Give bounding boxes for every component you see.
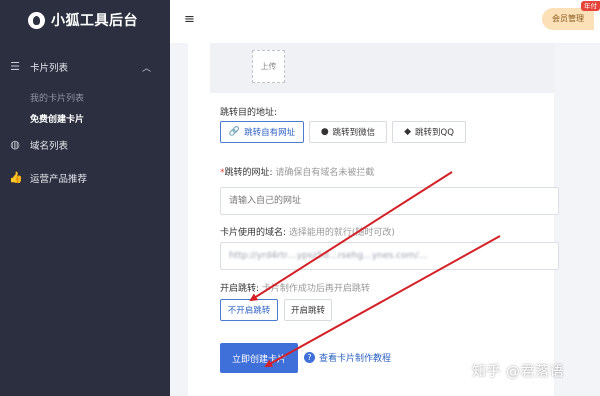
sidebar: 小狐工具后台 ☰ 卡片列表 ︿ 我的卡片列表 免费创建卡片 ◍ 域名列表 👍 运… [0,0,170,396]
main-content: 上传 跳转目的地址: 🔗 跳转自有网址 ● 跳转到微信 ◆ 跳转到QQ *跳转的… [170,43,600,396]
domain-hint: 选择能用的就行(随时可改) [288,228,395,238]
qq-icon: ◆ [404,127,412,137]
domain-select[interactable]: http://yrd4rtr…ypsz5d…rsehg…ynes.com/… [220,242,559,270]
upload-area: 上传 [210,43,555,93]
list-icon: ☰ [10,60,20,73]
option-label: 跳转自有网址 [244,128,296,138]
app-title: 小狐工具后台 [51,13,138,29]
sidebar-item-card-list[interactable]: ☰ 卡片列表 ︿ [0,58,170,76]
sidebar-item-recommendations[interactable]: 👍 运营产品推荐 [0,169,170,187]
sidebar-subitem-create-card[interactable]: 免费创建卡片 [30,112,84,125]
url-hint: 请确保自有域名未被拦截 [275,168,375,178]
sidebar-item-domain-list[interactable]: ◍ 域名列表 [0,136,170,154]
chevron-up-icon: ︿ [142,63,152,74]
globe-icon: ◍ [10,138,20,151]
member-management-button[interactable]: 会员管理 [542,8,594,30]
option-label: 跳转到QQ [415,128,454,138]
sidebar-item-label: 卡片列表 [30,63,69,74]
tutorial-link-label: 查看卡片制作教程 [319,354,392,364]
upload-button[interactable]: 上传 [252,50,285,83]
domain-label-text: 卡片使用的域名: [220,228,287,238]
domain-label: 卡片使用的域名: 选择能用的就行(随时可改) [220,225,395,238]
create-card-form: 上传 跳转目的地址: 🔗 跳转自有网址 ● 跳转到微信 ◆ 跳转到QQ *跳转的… [188,43,559,396]
option-label: 跳转到微信 [332,128,376,138]
sidebar-subitem-my-cards[interactable]: 我的卡片列表 [30,91,84,104]
sidebar-item-label: 运营产品推荐 [30,174,88,185]
redirect-on-option[interactable]: 开启跳转 [284,299,332,321]
domain-value: http://yrd4rtr…ypsz5d…rsehg…ynes.com/… [229,251,428,261]
redirect-label: 开启跳转: 卡片制作成功后再开启跳转 [220,281,370,294]
redirect-off-option[interactable]: 不开启跳转 [220,299,278,321]
fox-logo-icon [28,11,45,29]
thumbs-up-icon: 👍 [9,171,23,184]
menu-toggle-icon[interactable]: ≡ [184,12,195,27]
link-icon: 🔗 [228,127,241,137]
target-wechat-option[interactable]: ● 跳转到微信 [309,121,387,143]
watermark: 知乎 @君落语 [472,364,564,380]
app-logo[interactable]: 小狐工具后台 [28,10,138,30]
create-card-button[interactable]: 立即创建卡片 [220,343,298,373]
target-label: 跳转目的地址: [220,108,278,118]
url-label-text: 跳转的网址: [224,168,273,178]
topbar: ≡ 会员管理 年付 [170,0,600,43]
wechat-icon: ● [320,127,329,137]
tutorial-link[interactable]: ? 查看卡片制作教程 [304,351,391,364]
question-icon: ? [304,352,315,363]
target-own-url-option[interactable]: 🔗 跳转自有网址 [220,121,304,143]
redirect-label-text: 开启跳转: [220,284,260,294]
annual-badge: 年付 [581,1,600,11]
url-label: *跳转的网址: 请确保自有域名未被拦截 [220,165,374,178]
sidebar-item-label: 域名列表 [30,141,69,152]
target-qq-option[interactable]: ◆ 跳转到QQ [392,121,466,143]
url-input[interactable]: 请输入自己的网址 [220,187,559,215]
redirect-hint: 卡片制作成功后再开启跳转 [261,284,370,294]
